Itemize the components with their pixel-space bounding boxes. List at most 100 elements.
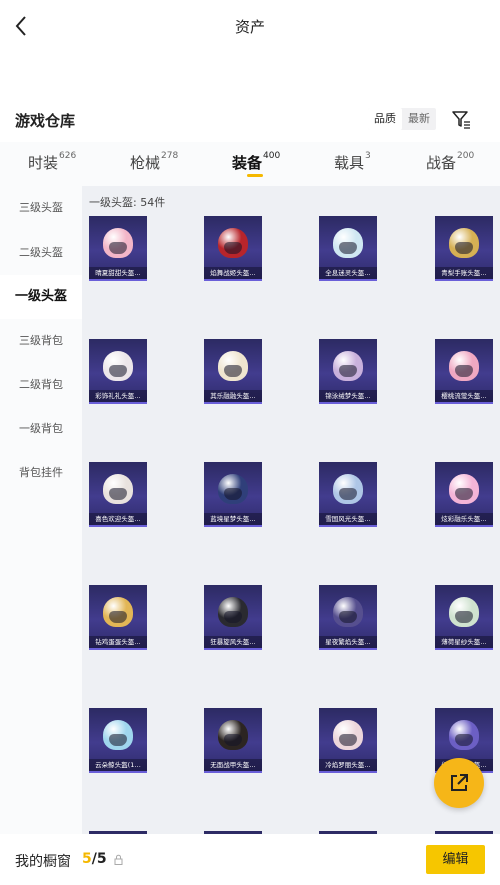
item-name: 蓝境星梦头盔… [204, 513, 262, 525]
item-tile[interactable]: 喜色欢迎头盔… [89, 462, 147, 527]
tab-label: 时装 [28, 154, 59, 172]
share-button[interactable] [434, 758, 484, 808]
helmet-visor [224, 488, 242, 500]
sort-newest-button[interactable]: 最新 [402, 108, 436, 130]
helmet-visor [339, 734, 357, 746]
helmet-visor [339, 242, 357, 254]
active-tab-indicator [247, 174, 263, 177]
item-name: 星夜繁焰头盔… [319, 636, 377, 648]
item-name: 喜色欢迎头盔… [89, 513, 147, 525]
item-tile[interactable]: 云朵鲸头盔(1… [89, 708, 147, 773]
tab-count: 3 [365, 151, 371, 161]
item-name: 钻鸡蛋蛋头盔… [89, 636, 147, 648]
helmet-visor [455, 488, 473, 500]
item-tile[interactable]: 其乐融融头盔… [204, 339, 262, 404]
item-tile[interactable]: 彩饰礼礼头盔… [89, 339, 147, 404]
tab-label: 战备 [426, 154, 457, 172]
item-name: 狂暴旋风头盔… [204, 636, 262, 648]
sidebar-item-level2-backpack[interactable]: 二级背包 [0, 363, 82, 407]
helmet-visor [109, 488, 127, 500]
item-name: 云朵鲸头盔(1… [89, 759, 147, 771]
tab-firearms[interactable]: 枪械278 [130, 151, 179, 173]
tab-label: 载具 [334, 154, 365, 172]
edit-button[interactable]: 编辑 [426, 845, 485, 874]
item-tile[interactable]: 锦泳绒梦头盔… [319, 339, 377, 404]
warehouse-title: 游戏仓库 [15, 112, 76, 130]
helmet-visor [224, 365, 242, 377]
item-count-label: 一级头盔: 54件 [89, 196, 166, 209]
helmet-visor [109, 611, 127, 623]
subcategory-sidebar: 三级头盔 二级头盔 一级头盔 三级背包 二级背包 一级背包 背包挂件 [0, 186, 82, 834]
helmet-visor [109, 734, 127, 746]
tab-count: 400 [263, 151, 281, 161]
helmet-visor [455, 611, 473, 623]
tab-label: 枪械 [130, 154, 161, 172]
tab-label: 装备 [232, 154, 263, 172]
tab-count: 626 [59, 151, 77, 161]
item-name: 彩饰礼礼头盔… [89, 390, 147, 402]
helmet-visor [455, 242, 473, 254]
sidebar-item-level2-helmet[interactable]: 二级头盔 [0, 231, 82, 275]
showcase-count: 5/5 [82, 851, 107, 867]
item-name: 雪国风光头盔… [319, 513, 377, 525]
helmet-visor [455, 734, 473, 746]
item-tile[interactable]: 狂暴旋风头盔… [204, 585, 262, 650]
item-name: 薄荷星纱头盔… [435, 636, 493, 648]
item-tile[interactable]: 全息迷灵头盔… [319, 216, 377, 281]
tab-count: 278 [161, 151, 179, 161]
helmet-visor [224, 242, 242, 254]
sidebar-item-level1-backpack[interactable]: 一级背包 [0, 407, 82, 451]
helmet-visor [224, 611, 242, 623]
item-name: 全息迷灵头盔… [319, 267, 377, 279]
item-tile[interactable]: 钻鸡蛋蛋头盔… [89, 585, 147, 650]
sidebar-item-backpack-charm[interactable]: 背包挂件 [0, 451, 82, 495]
tab-combat-prep[interactable]: 战备200 [426, 151, 475, 173]
page-title: 资产 [234, 18, 265, 36]
showcase-current: 5 [82, 851, 92, 867]
tab-vehicles[interactable]: 载具3 [334, 151, 371, 173]
category-tabs: 时装626 枪械278 装备400 载具3 战备200 [0, 142, 500, 186]
item-tile[interactable]: 青梨手账头盔… [435, 216, 493, 281]
item-tile[interactable]: 无面战甲头盔… [204, 708, 262, 773]
item-tile[interactable]: 焰舞战姬头盔… [204, 216, 262, 281]
helmet-visor [339, 488, 357, 500]
filter-icon[interactable] [450, 108, 472, 130]
tab-fashion[interactable]: 时装626 [28, 151, 77, 173]
item-name: 无面战甲头盔… [204, 759, 262, 771]
item-tile[interactable]: 樱桃流萤头盔… [435, 339, 493, 404]
tab-equipment[interactable]: 装备400 [232, 151, 281, 173]
item-tile[interactable]: 星夜繁焰头盔… [319, 585, 377, 650]
bottom-bar: 我的橱窗 5/5 编辑 [0, 834, 500, 885]
showcase-total: /5 [91, 851, 107, 867]
helmet-visor [224, 734, 242, 746]
helmet-visor [455, 365, 473, 377]
item-name: 焰舞战姬头盔… [204, 267, 262, 279]
item-name: 冷焰罗丽头盔… [319, 759, 377, 771]
item-tile[interactable]: 雪国风光头盔… [319, 462, 377, 527]
item-name: 樱桃流萤头盔… [435, 390, 493, 402]
top-bar: 资产 [0, 0, 500, 52]
sidebar-item-level1-helmet[interactable]: 一级头盔 [0, 275, 82, 319]
showcase-label: 我的橱窗 [15, 854, 71, 870]
sort-quality-button[interactable]: 品质 [368, 108, 402, 130]
helmet-visor [109, 242, 127, 254]
item-tile[interactable]: 炫彩融乐头盔… [435, 462, 493, 527]
item-tile[interactable]: 薄荷星纱头盔… [435, 585, 493, 650]
item-tile[interactable]: 晴夏甜甜头盔… [89, 216, 147, 281]
sidebar-item-level3-backpack[interactable]: 三级背包 [0, 319, 82, 363]
lock-icon [114, 854, 123, 865]
tab-count: 200 [457, 151, 475, 161]
helmet-visor [109, 365, 127, 377]
item-name: 炫彩融乐头盔… [435, 513, 493, 525]
sort-toggle: 品质 最新 [368, 108, 436, 130]
item-tile[interactable]: 蓝境星梦头盔… [204, 462, 262, 527]
helmet-visor [339, 365, 357, 377]
item-tile[interactable]: 冷焰罗丽头盔… [319, 708, 377, 773]
item-name: 其乐融融头盔… [204, 390, 262, 402]
item-name: 青梨手账头盔… [435, 267, 493, 279]
share-icon [451, 774, 468, 791]
helmet-visor [339, 611, 357, 623]
sidebar-item-level3-helmet[interactable]: 三级头盔 [0, 186, 82, 230]
item-grid: 一级头盔: 54件 晴夏甜甜头盔… 焰舞战姬头盔… 全息迷灵头盔… 青梨手账头盔… 彩饰… [82, 186, 500, 834]
item-name: 锦泳绒梦头盔… [319, 390, 377, 402]
